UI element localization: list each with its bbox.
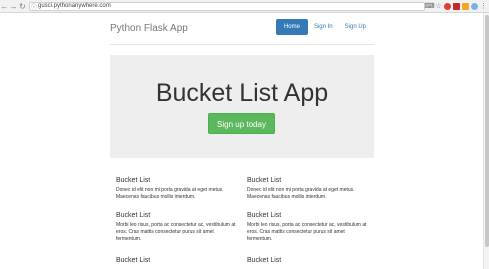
forward-arrow-icon[interactable]: → xyxy=(9,1,18,12)
top-nav: Home Sign In Sign Up xyxy=(275,19,372,35)
marketing-block: Bucket List Morbi leo risus, porta ac co… xyxy=(247,212,371,243)
marketing-heading: Bucket List xyxy=(247,257,282,264)
marketing-heading: Bucket List xyxy=(247,177,282,184)
nav-sign-in-link[interactable]: Sign In xyxy=(308,19,339,35)
extension-2-icon[interactable] xyxy=(461,1,470,12)
marketing-block: Bucket List xyxy=(116,257,240,264)
marketing-heading: Bucket List xyxy=(116,257,151,264)
opera-extension-icon[interactable] xyxy=(443,1,452,12)
sign-up-today-button[interactable]: Sign up today xyxy=(208,113,275,134)
marketing-heading: Bucket List xyxy=(247,212,282,219)
marketing-block: Bucket List Donec id elit non mi porta g… xyxy=(116,177,240,201)
nav-home-link[interactable]: Home xyxy=(275,19,308,35)
page-scrollbar[interactable] xyxy=(483,13,489,269)
scroll-thumb[interactable] xyxy=(485,15,489,247)
jumbotron-title: Bucket List App xyxy=(155,79,329,107)
marketing-block: Bucket List Donec id elit non mi porta g… xyxy=(247,177,371,201)
brand-title[interactable]: Python Flask App xyxy=(110,23,188,34)
marketing-block: Bucket List xyxy=(247,257,371,264)
marketing-text: Donec id elit non mi porta gravida at eg… xyxy=(247,187,355,200)
nav-sign-up-link[interactable]: Sign Up xyxy=(339,19,372,35)
marketing-heading: Bucket List xyxy=(116,177,151,184)
extension-3-icon[interactable] xyxy=(470,1,479,12)
address-bar[interactable]: ⓘ gusci.pythonanywhere.com xyxy=(29,1,425,11)
marketing-block: Bucket List Morbi leo risus, porta ac co… xyxy=(116,212,240,243)
back-arrow-icon[interactable]: ← xyxy=(0,1,9,12)
reload-icon[interactable]: ↻ xyxy=(18,1,27,12)
jumbotron: Bucket List App Sign up today xyxy=(110,55,374,158)
marketing-heading: Bucket List xyxy=(116,212,151,219)
marketing-text: Donec id elit non mi porta gravida at eg… xyxy=(116,187,224,200)
translate-icon[interactable]: ⌨ xyxy=(424,1,434,12)
browser-toolbar: ← → ↻ ⓘ gusci.pythonanywhere.com ⌨ ☆ ⋮ xyxy=(0,0,489,13)
menu-icon[interactable]: ⋮ xyxy=(479,1,488,12)
page-info-icon[interactable]: ⓘ xyxy=(30,2,38,11)
marketing-text: Morbi leo risus, porta ac consectetur ac… xyxy=(247,222,367,242)
url-text[interactable]: gusci.pythonanywhere.com xyxy=(38,3,111,9)
marketing-text: Morbi leo risus, porta ac consectetur ac… xyxy=(116,222,236,242)
bookmark-star-icon[interactable]: ☆ xyxy=(434,1,443,12)
header-divider xyxy=(110,44,374,45)
extension-icon[interactable] xyxy=(452,1,461,12)
